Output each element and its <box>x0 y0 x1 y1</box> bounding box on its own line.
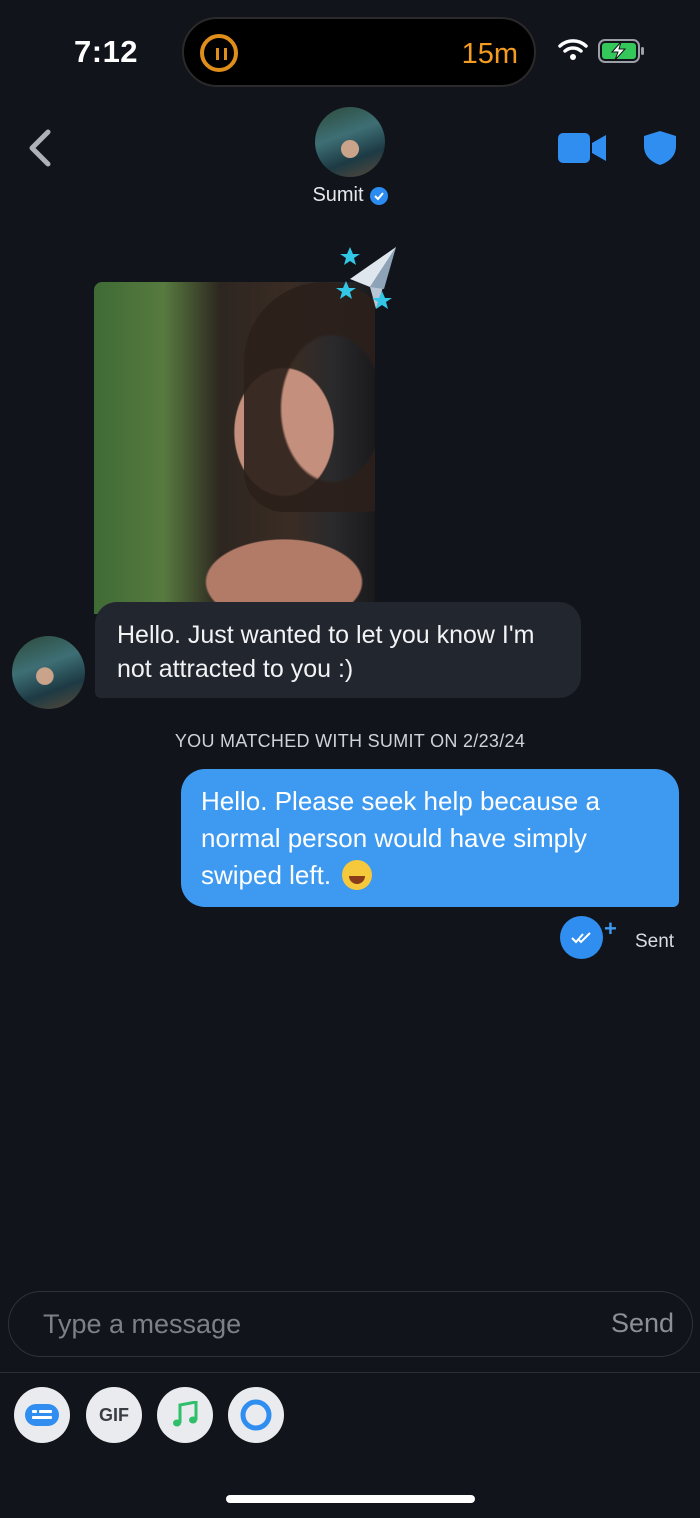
battery-charging-icon <box>598 39 644 63</box>
paper-plane-stars-icon <box>336 247 396 309</box>
wifi-icon <box>558 39 588 60</box>
loop-circle-icon <box>240 1399 272 1431</box>
music-note-icon <box>173 1401 198 1427</box>
match-notice: YOU MATCHED WITH SUMIT ON 2/23/24 <box>174 731 526 751</box>
double-check-icon[interactable] <box>560 916 603 959</box>
avatar[interactable] <box>315 107 385 177</box>
verified-check-icon <box>369 186 388 205</box>
sticker-icon <box>25 1404 59 1426</box>
status-time: 7:12 <box>74 34 139 69</box>
music-button[interactable] <box>157 1387 213 1443</box>
gif-button[interactable]: GIF <box>86 1387 142 1443</box>
outgoing-message-bubble[interactable]: Hello. Please seek help because a normal… <box>181 769 679 907</box>
shield-icon[interactable] <box>643 130 677 166</box>
outgoing-message-text: Hello. Please seek help because a normal… <box>201 786 600 890</box>
send-button[interactable]: Send <box>611 1308 674 1339</box>
dynamic-island[interactable]: 15m <box>182 17 536 87</box>
incoming-photo[interactable] <box>94 282 375 614</box>
message-status: Sent <box>635 931 675 952</box>
message-composer[interactable]: Send <box>8 1291 693 1357</box>
loop-button[interactable] <box>228 1387 284 1443</box>
sender-avatar[interactable] <box>12 636 85 709</box>
grinning-squinting-face-emoji <box>342 860 373 890</box>
chevron-left-icon[interactable] <box>24 128 54 168</box>
read-receipt-plus[interactable]: + <box>604 916 617 942</box>
profile-name-row[interactable]: Sumit <box>0 184 700 207</box>
divider <box>0 1372 700 1373</box>
incoming-message-bubble[interactable]: Hello. Just wanted to let you know I'm n… <box>95 602 581 698</box>
profile-name: Sumit <box>312 184 364 206</box>
home-indicator[interactable] <box>226 1495 475 1503</box>
pause-icon <box>200 34 238 72</box>
sticker-button[interactable] <box>14 1387 70 1443</box>
video-call-icon[interactable] <box>558 133 606 163</box>
message-input[interactable] <box>43 1306 563 1342</box>
activity-timer: 15m <box>461 38 518 70</box>
